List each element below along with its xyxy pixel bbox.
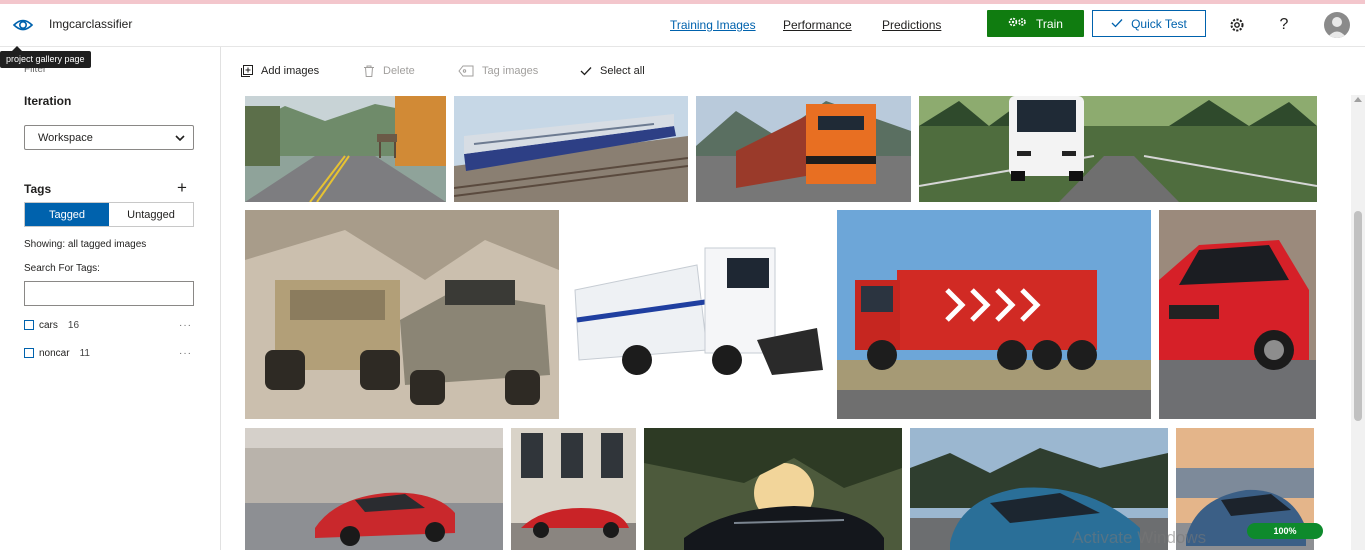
gallery-image-military-vehicles[interactable] [245, 210, 559, 419]
add-images-label: Add images [261, 65, 320, 77]
gallery-image-freight-locomotive[interactable] [696, 96, 911, 202]
tag-count: 16 [67, 319, 80, 331]
header: Imgcarclassifier Training Images Perform… [0, 4, 1365, 47]
gallery-image-red-hatchback[interactable] [1159, 210, 1316, 419]
eye-logo-icon[interactable] [12, 14, 34, 36]
help-icon[interactable]: ? [1274, 15, 1294, 35]
gallery-image-road-with-deer[interactable] [245, 96, 446, 202]
gallery-image-red-sports-car-moving[interactable] [245, 428, 503, 550]
tag-images-label: Tag images [482, 65, 539, 77]
search-tags-label: Search For Tags: [24, 263, 100, 274]
tag-images-button[interactable]: Tag images [458, 65, 538, 77]
gallery-image-passenger-train[interactable] [454, 96, 688, 202]
scroll-up-arrow-icon[interactable] [1354, 97, 1362, 102]
tab-predictions[interactable]: Predictions [882, 18, 941, 32]
gallery-image-red-sports-car-parked[interactable] [511, 428, 636, 550]
gears-icon [1008, 16, 1028, 31]
search-tags-input[interactable] [24, 281, 194, 306]
tags-heading: Tags [24, 182, 52, 196]
iteration-heading: Iteration [24, 94, 72, 108]
add-images-button[interactable]: Add images [241, 65, 319, 77]
activate-windows-watermark: Activate Windows [1072, 528, 1207, 547]
gallery-image-white-bus[interactable] [919, 96, 1317, 202]
delete-button[interactable]: Delete [363, 65, 415, 77]
more-options-icon[interactable]: ··· [179, 348, 192, 359]
iteration-select[interactable]: Workspace [24, 125, 194, 150]
quick-test-button[interactable]: Quick Test [1092, 10, 1206, 37]
image-gallery [221, 95, 1351, 550]
checkmark-icon [1111, 17, 1123, 31]
showing-text: Showing: all tagged images [24, 239, 147, 250]
gallery-image-red-fire-truck[interactable] [837, 210, 1151, 419]
tag-count: 11 [79, 347, 90, 359]
zoom-level-badge: 100% [1247, 523, 1323, 539]
gallery-image-black-muscle-car[interactable] [644, 428, 902, 550]
sidebar: Iteration Workspace Tags + Tagged Untagg… [0, 47, 221, 550]
checkmark-icon [580, 65, 592, 77]
avatar[interactable] [1324, 12, 1350, 38]
select-all-button[interactable]: Select all [580, 65, 645, 77]
delete-label: Delete [383, 65, 415, 77]
train-label: Train [1036, 16, 1063, 31]
scroll-thumb[interactable] [1354, 211, 1362, 421]
tag-row-noncar[interactable]: noncar 11 ··· [24, 345, 196, 361]
add-tag-plus-icon[interactable]: + [177, 179, 187, 196]
untagged-option[interactable]: Untagged [109, 203, 193, 226]
select-all-label: Select all [600, 65, 645, 77]
tagged-toggle: Tagged Untagged [24, 202, 194, 227]
toolbar: Add images Delete Tag images Select all [221, 47, 1351, 95]
tooltip: project gallery page [0, 46, 91, 68]
chevron-down-icon [175, 132, 185, 144]
gallery-image-riot-control-truck[interactable] [567, 210, 837, 419]
quick-test-label: Quick Test [1131, 16, 1187, 31]
settings-gear-icon[interactable] [1227, 15, 1247, 35]
tag-icon [458, 65, 474, 77]
gallery-scrollbar[interactable] [1351, 95, 1365, 550]
project-name[interactable]: Imgcarclassifier [49, 17, 132, 31]
more-options-icon[interactable]: ··· [179, 320, 192, 331]
tag-row-cars[interactable]: cars 16 ··· [24, 317, 196, 333]
tag-name: cars [39, 319, 58, 331]
tagged-option[interactable]: Tagged [25, 203, 109, 226]
tag-name: noncar [39, 347, 70, 359]
train-button[interactable]: Train [987, 10, 1084, 37]
tab-performance[interactable]: Performance [783, 18, 852, 32]
tag-checkbox[interactable] [24, 348, 34, 358]
iteration-value: Workspace [38, 131, 93, 144]
tab-training-images[interactable]: Training Images [670, 18, 756, 32]
tag-checkbox[interactable] [24, 320, 34, 330]
trash-icon [363, 65, 375, 77]
add-image-icon [241, 65, 253, 77]
